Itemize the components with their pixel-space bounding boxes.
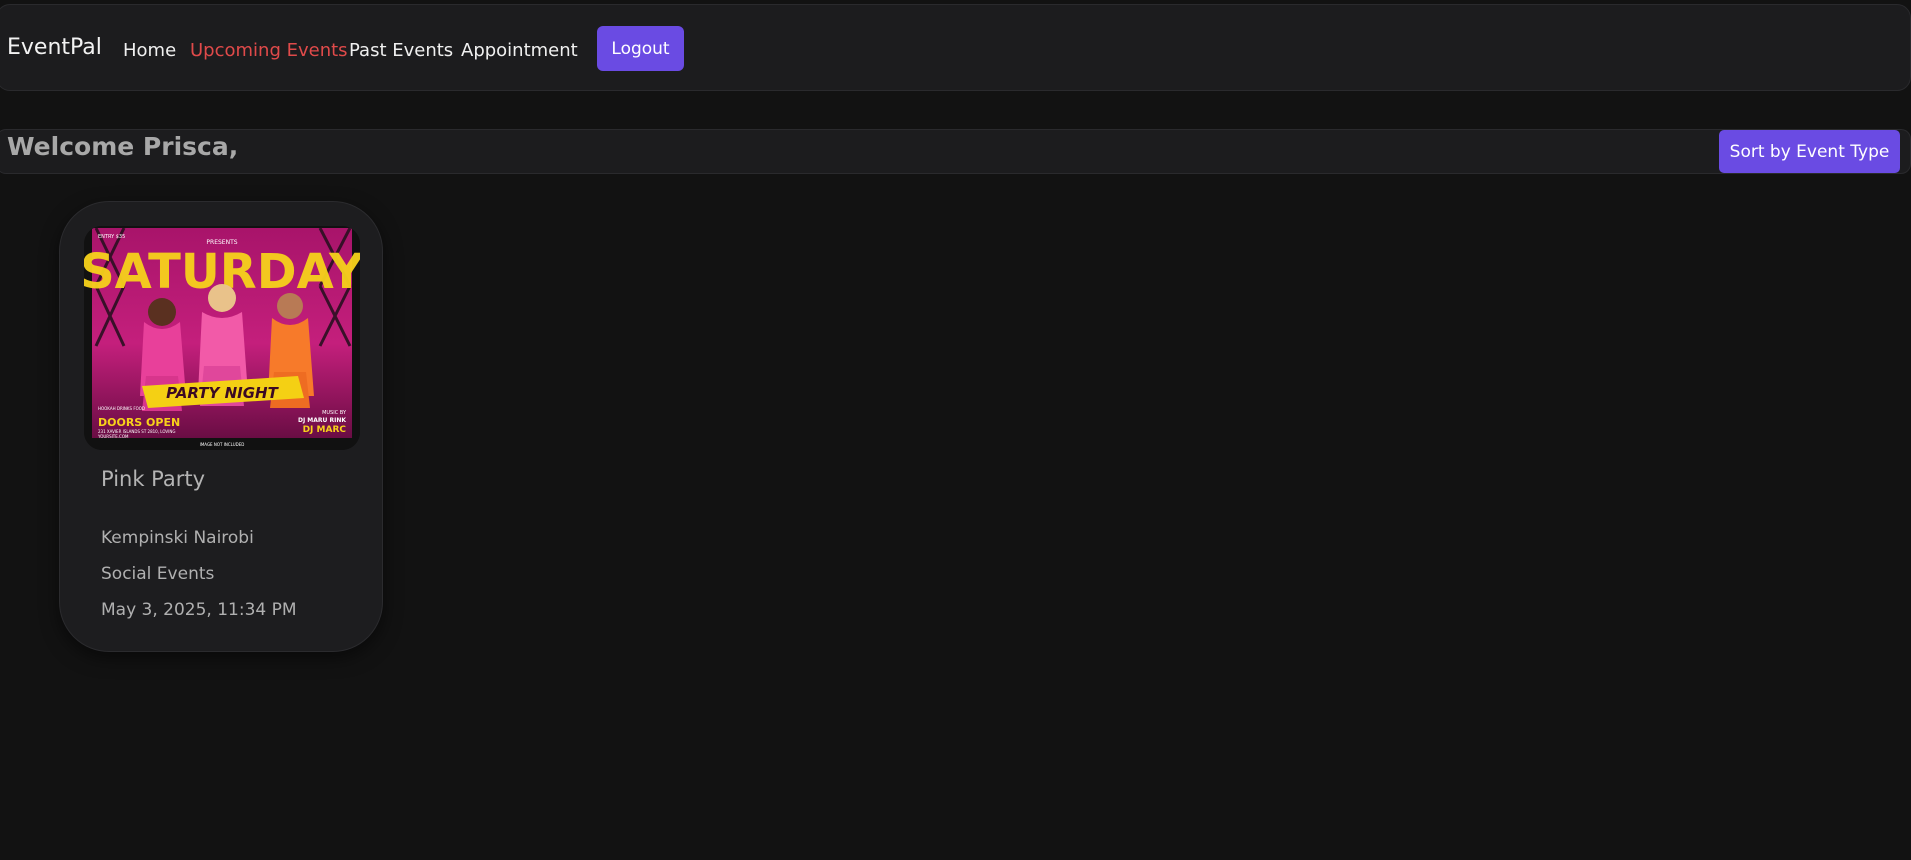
navbar: EventPal Home Upcoming Events Past Event… [0, 4, 1911, 91]
poster-music-by: MUSIC BY [322, 410, 347, 416]
nav-link-home[interactable]: Home [123, 40, 176, 61]
nav-link-past-events[interactable]: Past Events [349, 40, 453, 61]
event-card[interactable]: SATURDAY PRESENTS ENTRY $35 PARTY NIGHT … [59, 201, 383, 652]
event-category: Social Events [101, 564, 215, 584]
welcome-bar: Welcome Prisca, [0, 129, 1911, 174]
sort-by-event-type-button[interactable]: Sort by Event Type [1719, 130, 1900, 173]
logout-button[interactable]: Logout [597, 26, 684, 71]
poster-site: YOURSITE.COM [97, 434, 129, 439]
brand-logo[interactable]: EventPal [7, 35, 102, 60]
event-venue: Kempinski Nairobi [101, 528, 254, 548]
welcome-heading: Welcome Prisca, [7, 132, 239, 161]
nav-link-upcoming-events[interactable]: Upcoming Events [190, 40, 348, 61]
event-datetime: May 3, 2025, 11:34 PM [101, 600, 297, 620]
poster-tagline: PARTY NIGHT [166, 384, 279, 402]
poster-presents: PRESENTS [206, 239, 237, 246]
event-poster-image: SATURDAY PRESENTS ENTRY $35 PARTY NIGHT … [84, 226, 360, 450]
nav-link-appointment[interactable]: Appointment [461, 40, 578, 61]
poster-note: IMAGE NOT INCLUDED [200, 442, 245, 447]
poster-dj1: DJ MARU RINK [298, 417, 346, 424]
poster-doors: DOORS OPEN [98, 416, 180, 429]
event-title: Pink Party [101, 467, 206, 491]
poster-extras: HOOKAH DRINKS FOOD [98, 406, 145, 411]
poster-dj2: DJ MARC [303, 425, 347, 435]
poster-entry: ENTRY $35 [98, 234, 125, 240]
